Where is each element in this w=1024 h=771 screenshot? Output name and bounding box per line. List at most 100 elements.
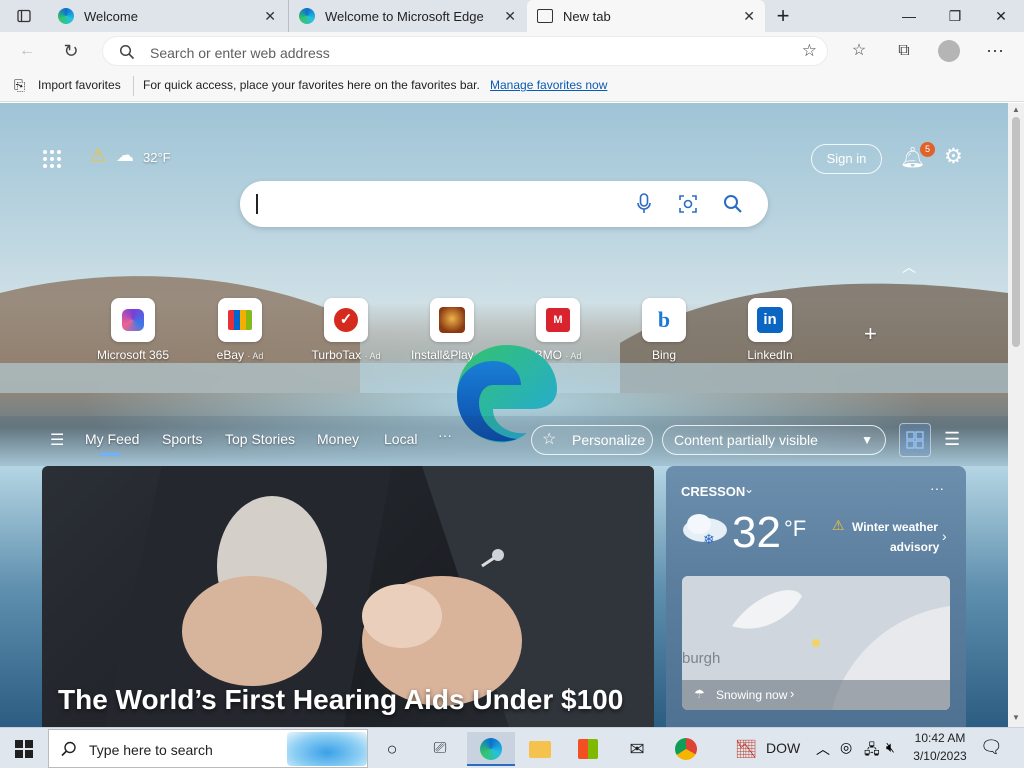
weather-temp[interactable]: 32°F [143, 150, 171, 165]
start-button[interactable] [4, 732, 44, 766]
microphone-icon[interactable] [636, 193, 652, 215]
add-quick-link-button[interactable]: + [864, 321, 877, 347]
weather-unit: °F [784, 516, 807, 541]
weather-card[interactable]: CRESSON ⌄ ··· ❄ 32 °F ⚠ Winter weather a… [666, 466, 966, 727]
file-explorer-icon[interactable] [520, 732, 560, 766]
add-favorite-icon[interactable]: ☆ [802, 41, 817, 61]
widgets-icon[interactable]: ⎚ [420, 732, 460, 766]
quick-link-turbotax[interactable]: ✓ TurboTax · Ad [296, 298, 396, 362]
tab-my-feed[interactable]: My Feed [85, 431, 139, 447]
feed-menu-icon[interactable]: ☰ [50, 430, 64, 450]
clock-time[interactable]: 10:42 AM [914, 731, 966, 745]
personalize-button[interactable]: ☆ Personalize [531, 425, 653, 455]
sign-in-button[interactable]: Sign in [811, 144, 882, 174]
microsoft-365-icon [111, 298, 155, 342]
weather-alert-line2[interactable]: advisory [890, 540, 939, 554]
snow-cloud-icon[interactable]: ☁ [116, 145, 134, 166]
favorites-bar: ⎘ Import favorites For quick access, pla… [0, 70, 1024, 102]
tab-welcome[interactable]: Welcome ✕ [48, 0, 286, 32]
close-window-button[interactable]: ✕ [978, 0, 1024, 32]
list-layout-icon[interactable]: ☰ [944, 429, 960, 450]
chrome-icon[interactable] [666, 732, 706, 766]
scroll-up-icon[interactable]: ▲ [1012, 105, 1020, 114]
weather-condition[interactable]: Snowing now [716, 688, 787, 702]
ad-label: · Ad [247, 351, 264, 361]
settings-more-icon[interactable]: ⋯ [982, 38, 1008, 64]
taskbar-edge-app[interactable] [467, 732, 515, 766]
tab-new-tab[interactable]: New tab ✕ [527, 0, 765, 32]
import-icon: ⎘ [14, 77, 26, 93]
page-settings-gear-icon[interactable]: ⚙ [944, 144, 963, 169]
search-icon[interactable] [723, 194, 743, 214]
quick-link-bing[interactable]: b Bing [614, 298, 714, 362]
page-scrollbar[interactable]: ▲ ▼ [1008, 103, 1024, 727]
weather-location[interactable]: CRESSON [681, 484, 745, 499]
tab-actions-icon[interactable] [0, 0, 48, 32]
address-placeholder: Search or enter web address [150, 45, 330, 61]
import-favorites-button[interactable]: Import favorites [38, 78, 121, 92]
profile-avatar[interactable] [936, 38, 962, 64]
store-icon[interactable] [568, 732, 608, 766]
close-tab-icon[interactable]: ✕ [743, 8, 755, 25]
refresh-icon[interactable]: ↻ [58, 38, 84, 64]
back-icon[interactable]: ← [14, 38, 40, 64]
grid-layout-button[interactable] [899, 423, 931, 457]
chevron-right-icon[interactable]: › [942, 528, 947, 544]
mail-icon[interactable]: ✉ [617, 732, 657, 766]
clock-date[interactable]: 3/10/2023 [912, 749, 968, 763]
linkedin-icon: in [748, 298, 792, 342]
quick-link-label: eBay [216, 348, 244, 362]
scroll-down-icon[interactable]: ▼ [1012, 713, 1020, 722]
task-view-button[interactable]: ○ [372, 732, 412, 766]
camera-icon[interactable]: ◎ [840, 739, 852, 756]
tab-welcome-edge[interactable]: Welcome to Microsoft Edge ✕ [288, 0, 526, 32]
network-icon[interactable]: 🖧︎ [864, 739, 880, 763]
hero-article-card[interactable]: The World’s First Hearing Aids Under $10… [42, 466, 654, 727]
windows-logo-icon [15, 740, 33, 758]
volume-muted-icon[interactable]: 🔇︎ [886, 739, 895, 756]
tab-sports[interactable]: Sports [162, 431, 202, 447]
visual-search-icon[interactable] [678, 194, 698, 214]
action-center-icon[interactable]: 🗨︎ [980, 737, 1003, 758]
content-visibility-dropdown[interactable]: Content partially visible ▼ [662, 425, 886, 455]
stock-ticker[interactable]: DOW [766, 740, 800, 756]
weather-more-button[interactable]: ··· [930, 480, 944, 496]
bing-icon: b [642, 298, 686, 342]
stock-trend-icon[interactable]: 📉︎ [726, 732, 766, 766]
close-tab-icon[interactable]: ✕ [264, 8, 276, 25]
more-tabs-button[interactable]: ··· [438, 427, 452, 443]
restore-button[interactable]: ❐ [932, 0, 978, 32]
apps-launcher-icon[interactable] [42, 149, 62, 174]
weather-map[interactable]: burgh ☂ Snowing now › [682, 576, 950, 710]
scrollbar-thumb[interactable] [1012, 117, 1020, 347]
show-hidden-icons-chevron[interactable]: ︿ [816, 739, 830, 759]
minimize-button[interactable]: — [886, 0, 932, 32]
location-chevron-icon[interactable]: ⌄ [744, 482, 754, 496]
collapse-chevron-icon[interactable]: ︿ [902, 257, 916, 277]
taskbar-search-box[interactable]: Type here to search [48, 729, 368, 768]
new-tab-button[interactable]: + [760, 0, 806, 32]
weather-alert-icon[interactable]: ⚠ [90, 145, 106, 166]
search-icon [119, 44, 135, 60]
weather-alert-line1[interactable]: Winter weather [852, 520, 938, 534]
quick-link-linkedin[interactable]: in LinkedIn [720, 298, 820, 362]
collections-icon[interactable]: ⧉ [891, 38, 917, 64]
new-tab-page-icon [537, 9, 553, 23]
web-search-box[interactable] [240, 181, 768, 227]
favorites-icon[interactable]: ☆ [846, 38, 872, 64]
tab-local[interactable]: Local [384, 431, 417, 447]
hero-title[interactable]: The World’s First Hearing Aids Under $10… [58, 684, 623, 716]
ebay-icon [218, 298, 262, 342]
tab-money[interactable]: Money [317, 431, 359, 447]
tab-title: Welcome [84, 8, 138, 24]
close-tab-icon[interactable]: ✕ [504, 8, 516, 25]
ad-label: · Ad [565, 351, 582, 361]
content-visibility-value: Content partially visible [674, 432, 818, 448]
quick-link-microsoft-365[interactable]: Microsoft 365 [83, 298, 183, 362]
manage-favorites-link[interactable]: Manage favorites now [490, 78, 607, 92]
tab-top-stories[interactable]: Top Stories [225, 431, 295, 447]
tab-title: New tab [563, 8, 611, 24]
chevron-right-icon[interactable]: › [790, 686, 794, 701]
address-bar[interactable]: Search or enter web address ☆ [102, 36, 828, 66]
quick-link-ebay[interactable]: eBay · Ad [190, 298, 290, 362]
